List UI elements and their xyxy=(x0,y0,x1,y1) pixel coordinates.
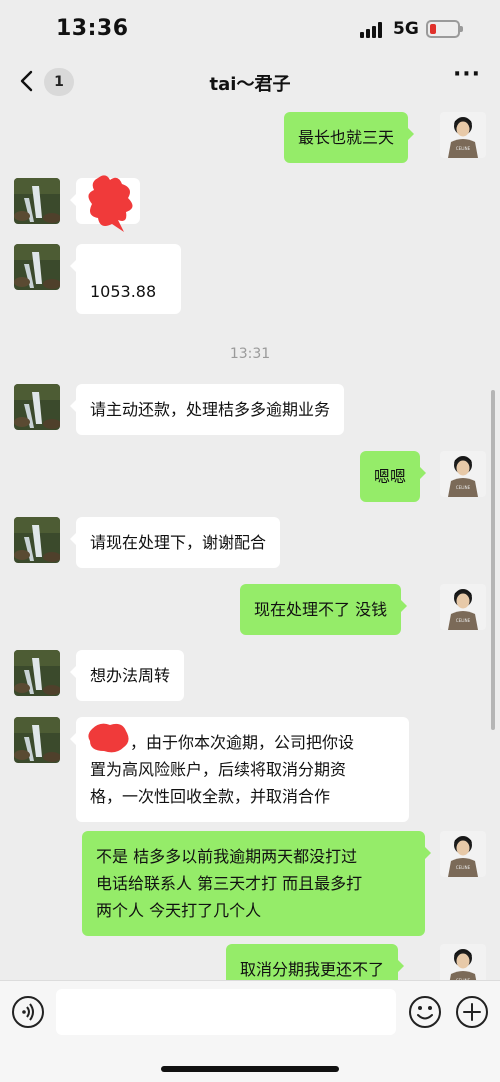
svg-text:CELINE: CELINE xyxy=(456,485,471,490)
message-bubble[interactable]: 现在处理不了 没钱 xyxy=(240,584,408,635)
contact-avatar[interactable] xyxy=(14,650,60,696)
message-bubble-redacted[interactable] xyxy=(70,175,140,232)
message-line: 不是 桔多多以前我逾期两天都没打过 xyxy=(96,847,358,866)
message-bubble[interactable]: 嗯嗯 xyxy=(360,451,427,502)
self-avatar[interactable]: CELINE xyxy=(440,831,486,877)
contact-avatar[interactable] xyxy=(14,244,60,290)
unread-badge: 1 xyxy=(44,68,74,96)
redaction-mark xyxy=(88,175,133,232)
message-text: 取消分期我更还不了 xyxy=(240,960,385,979)
message-input[interactable] xyxy=(56,989,396,1035)
signal-icon xyxy=(360,22,384,38)
contact-avatar[interactable] xyxy=(14,384,60,430)
battery-icon xyxy=(426,20,463,38)
message-bubble[interactable]: ，由于你本次逾期，公司把你设 置为高风险账户，后续将取消分期资 格，一次性回收全… xyxy=(70,717,409,822)
message-text: 1053.88 xyxy=(90,282,157,301)
message-line: 电话给联系人 第三天才打 而且最多打 xyxy=(96,874,363,893)
contact-avatar[interactable] xyxy=(14,517,60,563)
svg-text:CELINE: CELINE xyxy=(456,865,471,870)
contact-avatar[interactable] xyxy=(14,178,60,224)
message-line: ，由于你本次逾期，公司把你设 xyxy=(130,733,355,752)
redaction-mark xyxy=(88,723,129,753)
nav-bar: 1 tai～君子 ··· xyxy=(0,58,500,106)
self-avatar[interactable]: CELINE xyxy=(440,584,486,630)
message-line: 两个人 今天打了几个人 xyxy=(96,901,262,920)
back-button[interactable]: 1 xyxy=(10,64,74,98)
message-text: 请主动还款，处理桔多多逾期业务 xyxy=(90,400,331,419)
svg-text:CELINE: CELINE xyxy=(456,618,471,623)
message-text: 嗯嗯 xyxy=(374,467,407,486)
more-icon[interactable]: ··· xyxy=(452,64,482,92)
home-indicator xyxy=(161,1066,339,1072)
status-bar: 13:36 5G xyxy=(0,0,500,58)
self-avatar[interactable]: CELINE xyxy=(440,112,486,158)
svg-text:CELINE: CELINE xyxy=(456,146,471,151)
status-time: 13:36 xyxy=(56,16,129,41)
chat-title: tai～君子 xyxy=(209,74,291,95)
contact-avatar[interactable] xyxy=(14,717,60,763)
back-chevron-icon xyxy=(20,70,33,92)
message-bubble[interactable]: 最长也就三天 xyxy=(284,112,415,163)
message-text: 请现在处理下，谢谢配合 xyxy=(90,533,267,552)
message-text: 想办法周转 xyxy=(90,666,171,685)
scroll-indicator[interactable] xyxy=(491,390,495,730)
message-line: 置为高风险账户，后续将取消分期资 xyxy=(90,760,347,779)
chat-screen: 13:36 5G 1 tai～君子 ··· 13:31 CELINE 最长也就三… xyxy=(0,0,500,1082)
message-bubble[interactable]: 不是 桔多多以前我逾期两天都没打过 电话给联系人 第三天才打 而且最多打 两个人… xyxy=(82,831,431,936)
network-label: 5G xyxy=(393,19,419,39)
emoji-icon[interactable] xyxy=(408,995,442,1029)
message-bubble[interactable]: 请现在处理下，谢谢配合 xyxy=(69,517,281,568)
self-avatar[interactable]: CELINE xyxy=(440,451,486,497)
message-bubble[interactable]: 想办法周转 xyxy=(69,650,185,701)
time-divider: 13:31 xyxy=(229,346,271,362)
message-line: 格，一次性回收全款，并取消合作 xyxy=(90,787,331,806)
message-text: 最长也就三天 xyxy=(298,128,395,147)
message-text: 现在处理不了 没钱 xyxy=(254,600,388,619)
voice-icon[interactable] xyxy=(12,996,44,1028)
message-bubble[interactable]: 1053.88 xyxy=(70,244,181,314)
message-bubble[interactable]: 请主动还款，处理桔多多逾期业务 xyxy=(69,384,345,435)
plus-icon[interactable] xyxy=(455,995,489,1029)
